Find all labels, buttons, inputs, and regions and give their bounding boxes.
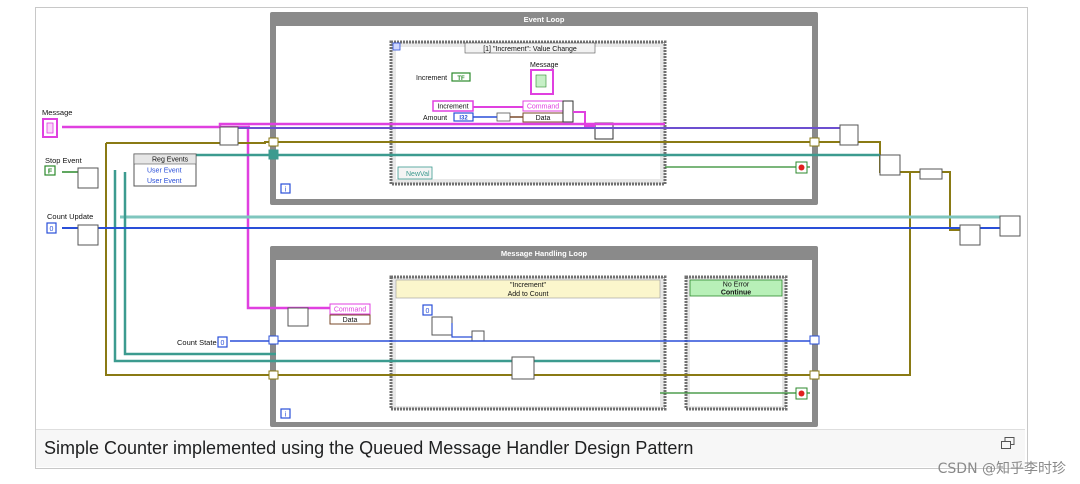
mhl-data: Data bbox=[343, 317, 358, 324]
watermark: CSDN @知乎李时珍 bbox=[937, 461, 1066, 477]
case-selector: "Increment" bbox=[510, 282, 547, 289]
user-event-1: User Event bbox=[147, 168, 182, 175]
increment-type: TF bbox=[457, 76, 465, 82]
reg-events: Reg Events bbox=[152, 157, 189, 164]
message-indicator-label: Message bbox=[530, 62, 559, 69]
error-case-structure: No Error Continue bbox=[684, 275, 788, 411]
block-diagram: i Event Loop i Message Handling Loop [1]… bbox=[40, 12, 1022, 429]
message-label: Message bbox=[42, 108, 72, 117]
const-zero: 0 bbox=[426, 308, 430, 315]
mhl-title: Message Handling Loop bbox=[501, 249, 588, 258]
count-state-const: 0 bbox=[221, 340, 225, 347]
case-subtitle: Add to Count bbox=[508, 291, 549, 298]
error-selector: No Error bbox=[723, 282, 750, 289]
event-case-selector: [1] "Increment": Value Change bbox=[483, 46, 577, 53]
stop-event-label: Stop Event bbox=[45, 156, 83, 165]
error-subtitle: Continue bbox=[721, 290, 751, 297]
amount-label: Amount bbox=[423, 115, 447, 122]
count-update-label: Count Update bbox=[47, 212, 93, 221]
event-loop-title: Event Loop bbox=[524, 15, 565, 24]
event-structure: [1] "Increment": Value Change NewVal Inc… bbox=[389, 40, 667, 186]
count-state-label: Count State bbox=[177, 338, 217, 347]
expand-icon[interactable] bbox=[1001, 437, 1015, 449]
event-data: Data bbox=[536, 115, 551, 122]
amount-type: I32 bbox=[459, 116, 468, 122]
figure-caption: Simple Counter implemented using the Que… bbox=[44, 438, 694, 458]
increment-label: Increment bbox=[416, 75, 447, 82]
count-update-const: 0 bbox=[50, 226, 54, 233]
stop-const: F bbox=[48, 169, 53, 176]
block-diagram-svg: i Event Loop i Message Handling Loop [1]… bbox=[42, 12, 1021, 427]
user-event-2: User Event bbox=[147, 178, 182, 185]
event-command: Command bbox=[527, 104, 559, 111]
increment-cluster: Increment bbox=[437, 104, 468, 111]
newval-label: NewVal bbox=[406, 171, 430, 178]
mhl-command: Command bbox=[334, 307, 366, 314]
caption-bar: Simple Counter implemented using the Que… bbox=[36, 429, 1025, 467]
